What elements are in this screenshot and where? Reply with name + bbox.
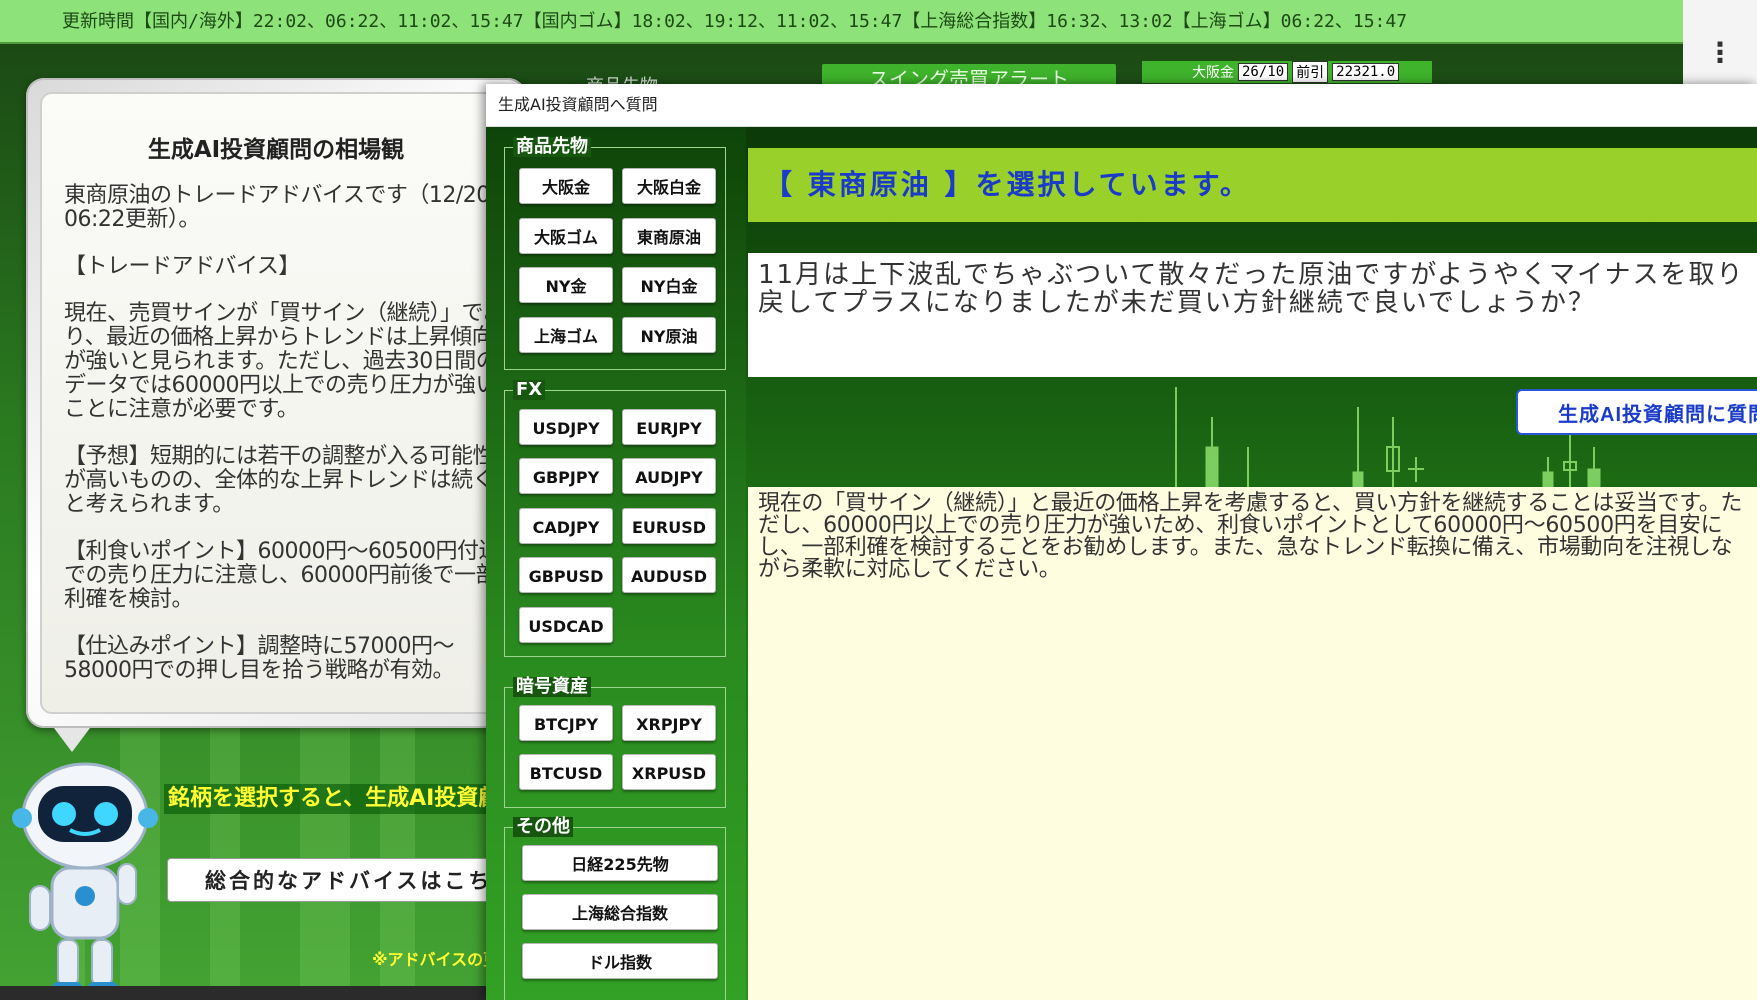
yellow-instruction-note: 銘柄を選択すると、生成AI投資顧問からのアドバイスが表示されます。 bbox=[164, 784, 498, 814]
ask-ai-button[interactable]: 生成AI投資顧問に質問 bbox=[1516, 389, 1757, 435]
group-label-crypto: 暗号資産 bbox=[513, 677, 591, 697]
ask-ai-dialog: 生成AI投資顧問へ質問 商品先物 大阪金 大阪白金 大阪ゴム 東商原油 NY金 … bbox=[486, 84, 1757, 1000]
symbol-button-usdcad[interactable]: USDCAD bbox=[519, 607, 613, 643]
group-label-commodities: 商品先物 bbox=[513, 137, 591, 157]
symbol-button-gbpusd[interactable]: GBPUSD bbox=[519, 557, 613, 593]
symbol-button-ny-crude[interactable]: NY原油 bbox=[622, 317, 716, 353]
symbol-button-audusd[interactable]: AUDUSD bbox=[622, 557, 716, 593]
symbol-button-ny-platinum[interactable]: NY白金 bbox=[622, 267, 716, 303]
symbol-button-eurjpy[interactable]: EURJPY bbox=[622, 409, 716, 445]
price-strip-price: 22321.0 bbox=[1332, 63, 1400, 81]
dialog-title: 生成AI投資顧問へ質問 bbox=[486, 84, 1757, 127]
group-label-fx: FX bbox=[513, 380, 546, 400]
symbol-button-osaka-platinum[interactable]: 大阪白金 bbox=[622, 168, 716, 204]
symbol-button-tocom-crude[interactable]: 東商原油 bbox=[622, 218, 716, 254]
group-fx: FX USDJPY EURJPY GBPJPY AUDJPY CADJPY EU… bbox=[504, 380, 726, 657]
robot-mascot-icon bbox=[12, 762, 158, 986]
advice-paragraph: 【仕込みポイント】調整時に57000円～58000円での押し目を拾う戦略が有効。 bbox=[64, 634, 455, 683]
symbol-button-audjpy[interactable]: AUDJPY bbox=[622, 458, 716, 494]
symbol-button-usdjpy[interactable]: USDJPY bbox=[519, 409, 613, 445]
symbol-button-osaka-rubber[interactable]: 大阪ゴム bbox=[519, 218, 613, 254]
symbol-button-cadjpy[interactable]: CADJPY bbox=[519, 508, 613, 544]
symbol-button-nikkei225[interactable]: 日経225先物 bbox=[522, 845, 718, 881]
advice-card-inner: 生成AI投資顧問の相場観 東商原油のトレードアドバイスです（12/20 06:2… bbox=[40, 92, 512, 714]
symbol-button-btcjpy[interactable]: BTCJPY bbox=[519, 705, 613, 741]
speech-bubble-tail bbox=[54, 728, 90, 752]
price-strip: 大阪金 26/10 前引 22321.0 bbox=[1142, 61, 1432, 83]
price-strip-name: 大阪金 bbox=[1192, 65, 1234, 81]
symbol-button-shanghai-composite[interactable]: 上海総合指数 bbox=[522, 894, 718, 930]
advice-paragraph: 【トレードアドバイス】 bbox=[64, 254, 300, 279]
dialog-content: 商品先物 大阪金 大阪白金 大阪ゴム 東商原油 NY金 NY白金 上海ゴム NY… bbox=[486, 127, 1757, 1000]
symbol-button-shanghai-rubber[interactable]: 上海ゴム bbox=[519, 317, 613, 353]
price-strip-kind: 前引 bbox=[1292, 61, 1329, 83]
selected-symbol-banner: 【 東商原油 】を選択しています。 bbox=[748, 148, 1757, 222]
advice-title: 生成AI投資顧問の相場観 bbox=[147, 137, 405, 163]
group-commodities: 商品先物 大阪金 大阪白金 大阪ゴム 東商原油 NY金 NY白金 上海ゴム NY… bbox=[504, 137, 726, 370]
price-strip-date: 26/10 bbox=[1238, 63, 1289, 81]
group-label-others: その他 bbox=[513, 817, 573, 837]
symbol-button-xrpjpy[interactable]: XRPJPY bbox=[622, 705, 716, 741]
symbol-button-btcusd[interactable]: BTCUSD bbox=[519, 754, 613, 790]
advice-card: 生成AI投資顧問の相場観 東商原油のトレードアドバイスです（12/20 06:2… bbox=[26, 78, 526, 728]
symbol-button-osaka-gold[interactable]: 大阪金 bbox=[519, 168, 613, 204]
advice-paragraph: 現在、売買サインが「買サイン（継続）」であり、最近の価格上昇からトレンドは上昇傾… bbox=[64, 301, 505, 422]
update-time-ticker: 更新時間【国内/海外】22:02、06:22、11:02、15:47【国内ゴム】… bbox=[0, 0, 1683, 44]
symbol-selector-panel: 商品先物 大阪金 大阪白金 大阪ゴム 東商原油 NY金 NY白金 上海ゴム NY… bbox=[486, 127, 746, 1000]
symbol-button-eurusd[interactable]: EURUSD bbox=[622, 508, 716, 544]
group-crypto: 暗号資産 BTCJPY XRPJPY BTCUSD XRPUSD bbox=[504, 677, 726, 808]
advice-body: 東商原油のトレードアドバイスです（12/20 06:22更新）。 【トレードアド… bbox=[64, 184, 514, 706]
question-input[interactable]: 11月は上下波乱でちゃぶついて散々だった原油ですがようやくマイナスを取り戻してプ… bbox=[748, 253, 1757, 377]
symbol-button-gbpjpy[interactable]: GBPJPY bbox=[519, 458, 613, 494]
advice-paragraph: 東商原油のトレードアドバイスです（12/20 06:22更新）。 bbox=[64, 183, 490, 232]
symbol-button-dollar-index[interactable]: ドル指数 bbox=[522, 943, 718, 979]
overall-advice-button[interactable]: 総合的なアドバイスはこちら bbox=[167, 858, 497, 902]
advice-paragraph: 【予想】短期的には若干の調整が入る可能性が高いものの、全体的な上昇トレンドは続く… bbox=[64, 444, 495, 517]
symbol-button-xrpusd[interactable]: XRPUSD bbox=[622, 754, 716, 790]
advice-paragraph: 【利食いポイント】60000円～60500円付近での売り圧力に注意し、60000… bbox=[64, 539, 500, 612]
ai-answer-text: 現在の「買サイン（継続）」と最近の価格上昇を考慮すると、買い方針を継続することは… bbox=[748, 487, 1757, 1000]
group-others: その他 日経225先物 上海総合指数 ドル指数 bbox=[504, 817, 726, 1000]
ticker-text: 更新時間【国内/海外】22:02、06:22、11:02、15:47【国内ゴム】… bbox=[62, 11, 1408, 32]
symbol-button-ny-gold[interactable]: NY金 bbox=[519, 267, 613, 303]
